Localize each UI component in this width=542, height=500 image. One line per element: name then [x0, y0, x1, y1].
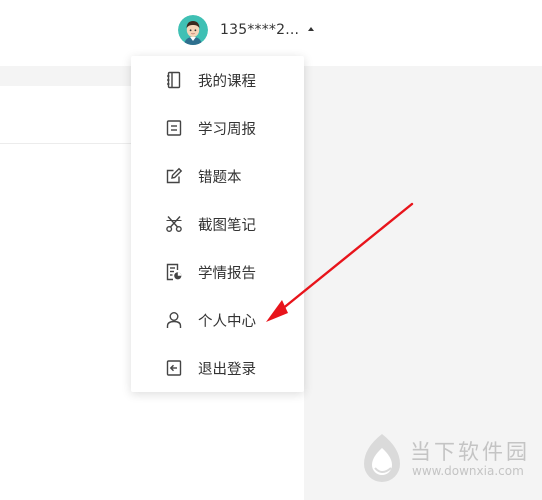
- menu-item-mistake-book[interactable]: 错题本: [131, 152, 304, 200]
- user-dropdown-menu: 我的课程 学习周报 错题本 截图笔记 学情报告 个人中心 退出登录: [131, 56, 304, 392]
- watermark-logo-icon: [364, 434, 400, 482]
- user-icon: [165, 311, 183, 329]
- menu-item-logout[interactable]: 退出登录: [131, 344, 304, 392]
- watermark: 当下软件园 www.downxia.com: [360, 432, 530, 492]
- menu-item-screenshot-notes[interactable]: 截图笔记: [131, 200, 304, 248]
- caret-up-icon[interactable]: [308, 27, 315, 31]
- scissors-icon: [165, 215, 183, 233]
- menu-item-my-courses[interactable]: 我的课程: [131, 56, 304, 104]
- user-phone[interactable]: 135****2...: [220, 22, 299, 38]
- menu-item-label: 我的课程: [198, 73, 256, 90]
- logout-icon: [165, 359, 183, 377]
- edit-icon: [165, 167, 183, 185]
- menu-item-label: 退出登录: [198, 361, 256, 378]
- report-icon: [165, 119, 183, 137]
- analysis-icon: [165, 263, 183, 281]
- menu-item-personal-center[interactable]: 个人中心: [131, 296, 304, 344]
- watermark-title: 当下软件园: [410, 440, 530, 464]
- menu-item-label: 截图笔记: [198, 217, 256, 234]
- menu-item-weekly-report[interactable]: 学习周报: [131, 104, 304, 152]
- menu-item-label: 学情报告: [198, 265, 256, 282]
- user-menu-trigger[interactable]: 135****2...: [178, 14, 315, 46]
- menu-item-label: 学习周报: [198, 121, 256, 138]
- menu-item-learning-report[interactable]: 学情报告: [131, 248, 304, 296]
- menu-item-label: 错题本: [198, 169, 242, 186]
- menu-item-label: 个人中心: [198, 313, 256, 330]
- notebook-icon: [165, 71, 183, 89]
- watermark-url: www.downxia.com: [412, 464, 524, 478]
- avatar[interactable]: [178, 15, 208, 45]
